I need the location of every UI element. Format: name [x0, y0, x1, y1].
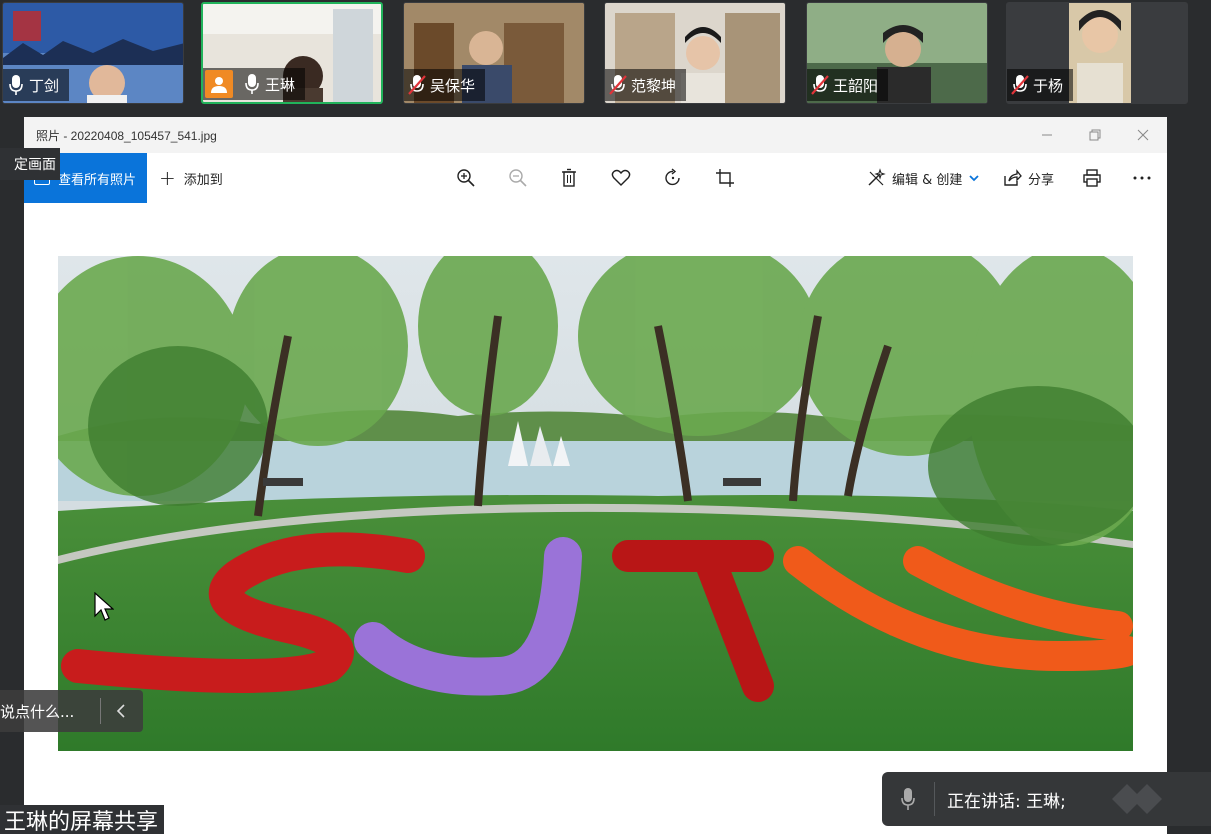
edit-wand-icon [868, 168, 886, 186]
photos-titlebar: 照片 - 20220408_105457_541.jpg [24, 117, 1167, 153]
lock-screen-label[interactable]: 定画面 [0, 148, 60, 180]
edit-create-button[interactable]: 编辑 & 创建 [866, 168, 980, 188]
minimize-button[interactable] [1023, 117, 1071, 153]
crop-button[interactable] [713, 166, 737, 190]
trash-icon [562, 168, 576, 187]
speaking-label: 正在讲话: 王琳; [947, 791, 1066, 812]
participant-namebar: 王韶阳 [807, 69, 889, 101]
participant-tile[interactable]: 丁剑 [2, 2, 184, 104]
participant-strip: 丁剑 王琳 吴保华 范黎坤 王韶阳 于杨 [0, 0, 1211, 108]
chevron-left-icon[interactable] [101, 704, 141, 718]
share-button[interactable]: 分享 [1002, 168, 1054, 188]
speaking-indicator: 正在讲话: 王琳; [882, 772, 1211, 826]
microphone-muted-icon[interactable] [605, 72, 631, 98]
favorite-button[interactable] [609, 166, 633, 190]
participant-name: 吴保华 [430, 76, 476, 95]
delete-button[interactable] [557, 166, 581, 190]
restore-icon [1089, 129, 1101, 141]
speaking-divider [934, 782, 935, 816]
plus-icon: + [159, 166, 176, 190]
crop-icon [716, 169, 734, 187]
participant-tile[interactable]: 范黎坤 [604, 2, 786, 104]
microphone-muted-icon[interactable] [404, 72, 430, 98]
chevron-down-icon [969, 175, 980, 182]
participant-namebar: 于杨 [1007, 69, 1074, 101]
share-icon [1004, 169, 1022, 186]
rotate-icon [665, 168, 680, 186]
participant-name: 范黎坤 [631, 76, 677, 95]
participant-namebar: 范黎坤 [605, 69, 687, 101]
zoom-out-button[interactable] [506, 166, 530, 190]
window-title: 照片 - 20220408_105457_541.jpg [36, 128, 217, 143]
displayed-photo [58, 256, 1133, 751]
photos-toolbar: 查看所有照片 + 添加到 编辑 & 创建 分享 [24, 153, 1167, 203]
participant-name: 丁剑 [29, 76, 60, 95]
participant-name: 王韶阳 [833, 76, 879, 95]
edit-create-label: 编辑 & 创建 [892, 172, 963, 188]
print-button[interactable] [1080, 166, 1104, 190]
chat-input-placeholder[interactable]: 说点什么... [0, 701, 100, 722]
microphone-muted-icon[interactable] [807, 72, 833, 98]
participant-tile-active[interactable]: 王琳 [201, 2, 383, 104]
meeting-window: 丁剑 王琳 吴保华 范黎坤 王韶阳 于杨 照片 - 20220408_10545… [0, 0, 1211, 834]
screen-share-label: 王琳的屏幕共享 [0, 805, 165, 834]
user-avatar-icon [205, 70, 233, 98]
participant-name: 于杨 [1033, 76, 1064, 95]
participant-tile[interactable]: 王韶阳 [806, 2, 988, 104]
participant-namebar: 王琳 [203, 68, 306, 100]
minimize-icon [1042, 134, 1052, 136]
restore-button[interactable] [1071, 117, 1119, 153]
add-to-label: 添加到 [183, 172, 223, 188]
heart-icon [611, 169, 631, 186]
chat-input-box[interactable]: 说点什么... [0, 690, 143, 732]
more-options-button[interactable] [1130, 166, 1154, 190]
window-controls [1023, 117, 1167, 153]
zoom-in-button[interactable] [454, 166, 478, 190]
participant-namebar: 丁剑 [3, 69, 70, 101]
rotate-button[interactable] [661, 166, 685, 190]
printer-icon [1083, 169, 1101, 187]
zoom-out-icon [509, 169, 527, 187]
microphone-icon [882, 788, 934, 810]
microphone-icon[interactable] [3, 72, 29, 98]
participant-namebar: 吴保华 [404, 69, 486, 101]
share-label: 分享 [1028, 172, 1055, 188]
participant-name: 王琳 [265, 75, 296, 94]
close-button[interactable] [1119, 117, 1167, 153]
mouse-cursor-icon [94, 592, 114, 621]
microphone-muted-icon[interactable] [1007, 72, 1033, 98]
close-icon [1137, 129, 1149, 141]
photos-app-window: 照片 - 20220408_105457_541.jpg 查看所有照片 + 添加… [24, 117, 1167, 834]
microphone-icon[interactable] [239, 71, 265, 97]
view-all-photos-label: 查看所有照片 [58, 172, 137, 188]
add-to-button[interactable]: + 添加到 [159, 166, 223, 190]
participant-tile[interactable]: 吴保华 [403, 2, 585, 104]
zoom-in-icon [457, 169, 475, 187]
brand-watermark-icon [1111, 784, 1162, 814]
more-icon [1133, 176, 1151, 180]
participant-tile[interactable]: 于杨 [1006, 2, 1188, 104]
